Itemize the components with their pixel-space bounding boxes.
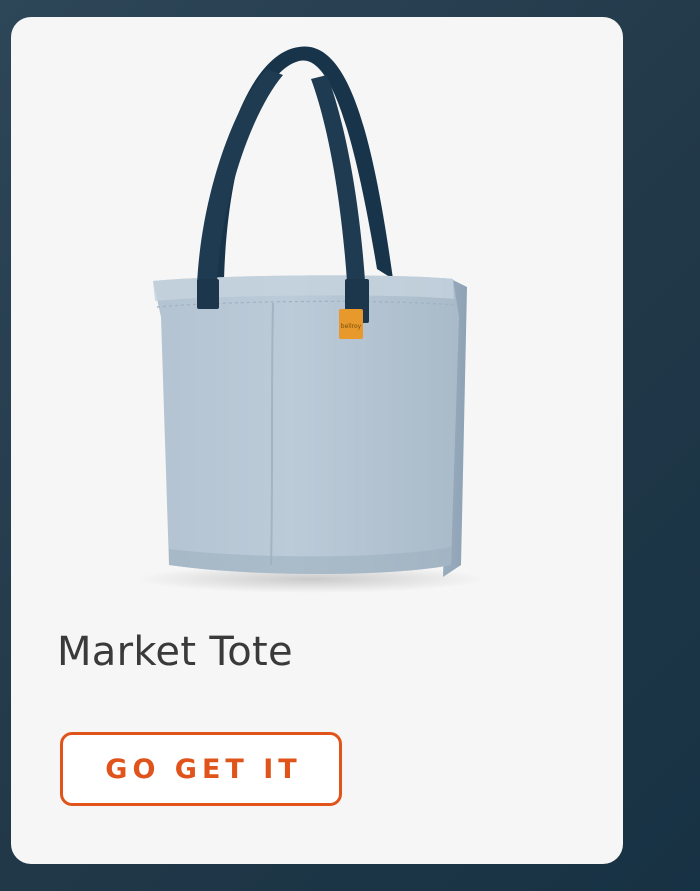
go-get-it-button[interactable]: GO GET IT: [60, 732, 342, 806]
product-name[interactable]: Market Tote: [57, 629, 293, 675]
tote-bag-image[interactable]: bellroy: [11, 17, 623, 627]
product-card[interactable]: bellroy Market Tote GO GET IT: [11, 17, 623, 864]
brand-tag-text: bellroy: [341, 323, 362, 330]
go-get-it-label: GO GET IT: [105, 753, 302, 785]
